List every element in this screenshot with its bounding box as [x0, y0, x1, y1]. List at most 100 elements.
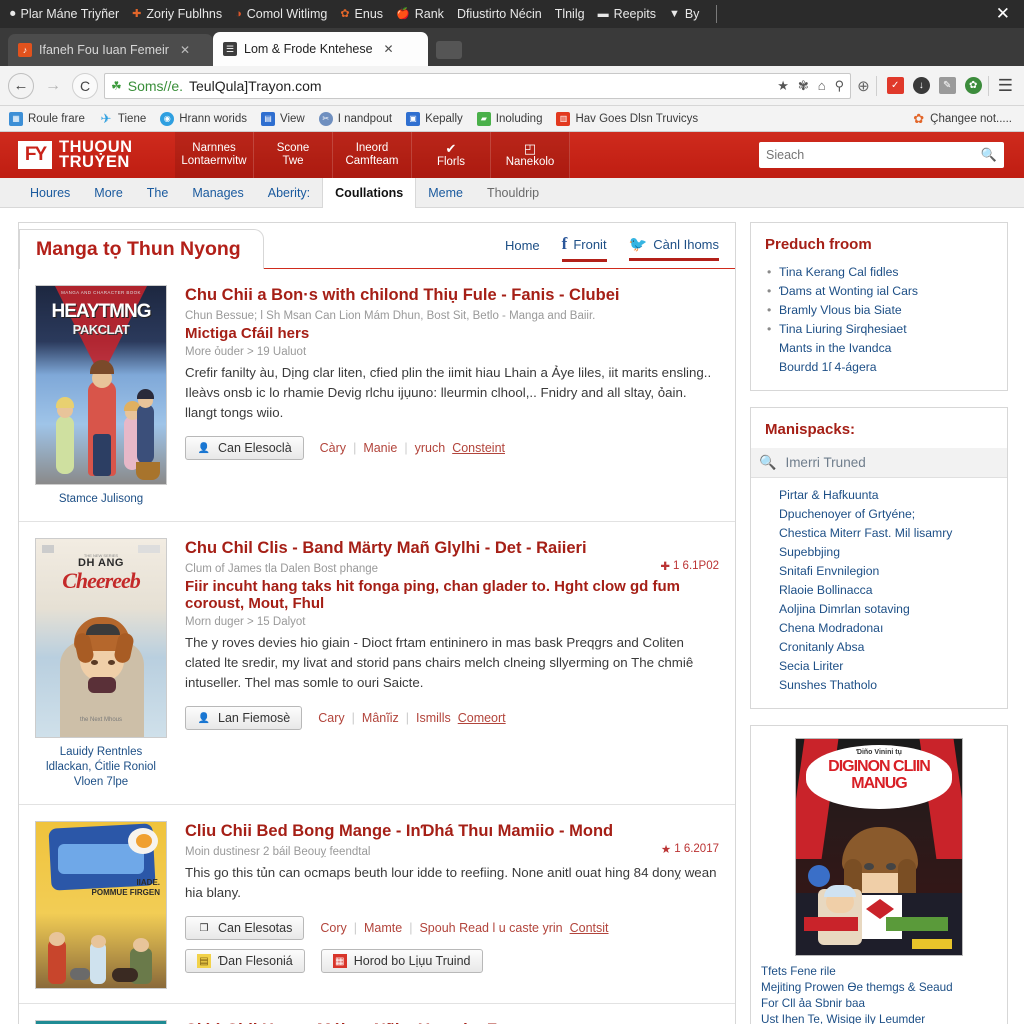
bookmark-item-6[interactable]: ▰ Inoluding	[476, 111, 542, 126]
article-headline-2[interactable]: Mictiga Cfáil hers	[185, 325, 719, 342]
list-item[interactable]: Tina Kerang Cal fidles	[765, 263, 993, 282]
link-share[interactable]: Mamte	[364, 921, 402, 935]
download-button[interactable]: 👤 Can Elesoclà	[185, 436, 304, 460]
link-extra[interactable]: Ismills	[416, 711, 451, 725]
subnav-item-houres[interactable]: Houres	[18, 178, 82, 207]
list-item[interactable]: Chena Modradonaı	[765, 619, 993, 638]
list-item[interactable]: Sunshes Thatholo	[765, 676, 993, 695]
os-menu-item-1[interactable]: ✚ Zoriy Fublhns	[132, 7, 222, 21]
os-menu-item-7[interactable]: ▬ Reepits	[598, 7, 656, 21]
os-menu-item-3[interactable]: ✿ Enus	[340, 7, 383, 21]
top-nav-item-3[interactable]: ✔ Florls	[412, 132, 491, 178]
link-copy[interactable]: Cary	[318, 711, 344, 725]
download-button[interactable]: 👤 Lan Fiemosè	[185, 706, 303, 730]
os-menu-item-5[interactable]: Dfiustirto Nécin	[457, 7, 542, 21]
link-share[interactable]: Mânĩiz	[362, 711, 399, 725]
os-menu-item-4[interactable]: 🍎 Rank	[396, 7, 444, 21]
os-menu-item-6[interactable]: Tlnilg	[555, 7, 585, 21]
subnav-item-coullations[interactable]: Coullations	[322, 178, 417, 208]
article-title[interactable]: Chu Chil Clis - Band Märty Mañ Glylhi - …	[185, 538, 719, 559]
list-item[interactable]: Dpuchenoyer of Grtyéne;	[765, 505, 993, 524]
tab-twitter[interactable]: 🐦 Cànl Ihoms	[628, 235, 719, 261]
sidebar-ad[interactable]: Ɗiño Vinini tụ DIGINON CLIIN MANUG Tfets…	[750, 725, 1008, 1024]
list-item[interactable]: Mants in the Ivandca	[765, 339, 993, 358]
thumbnail-caption[interactable]: Lauidy Rentnles ldlackan, Ćitlie Roniol …	[35, 745, 167, 790]
link-copy[interactable]: Càry	[320, 441, 346, 455]
bookmark-item-5[interactable]: ▣ Kepally	[406, 111, 463, 126]
bookmark-item-4[interactable]: ✂ I nandpout	[318, 111, 392, 126]
article-thumbnail[interactable]: MANGA AND CHARACTER BOOK HEAYTMNG PAKCLA…	[35, 285, 167, 485]
link-comment[interactable]: Consteint	[452, 441, 505, 455]
close-icon[interactable]: ✕	[180, 43, 190, 57]
close-icon[interactable]: ✕	[996, 4, 1010, 24]
list-item[interactable]: Bramly Vlous bia Siate	[765, 301, 993, 320]
download-button[interactable]: ❒ Can Elesotas	[185, 916, 305, 940]
back-button[interactable]: ←	[8, 72, 34, 99]
forward-button[interactable]: →	[40, 73, 66, 99]
subnav-item-thouldrip[interactable]: Thouldrip	[475, 178, 551, 207]
subnav-item-manages[interactable]: Manages	[180, 178, 255, 207]
thumbnail-caption[interactable]: Stamce Julisong	[35, 492, 167, 507]
link-comment[interactable]: Comeort	[458, 711, 506, 725]
tab-facebook[interactable]: f Fronit	[561, 234, 607, 262]
article-headline-2[interactable]: Fiir incuht hang taks hit fonga ping, ch…	[185, 578, 719, 612]
new-tab-button[interactable]	[436, 41, 462, 59]
list-item[interactable]: Cronitanly Absa	[765, 638, 993, 657]
link-copy[interactable]: Cory	[320, 921, 346, 935]
article-title[interactable]: Clúú Chii Hans - Múigs, Nãin. Youmba Fan…	[185, 1020, 719, 1024]
browser-tab-1[interactable]: ☰ Lom & Frode Kntehese ✕	[213, 32, 428, 66]
key-icon[interactable]: ⚲	[835, 78, 845, 94]
address-bar[interactable]: ☘ Soms//e. TeulQula]Trayon.com ★ ✾ ⌂ ⚲	[104, 72, 852, 99]
subnav-item-the[interactable]: The	[135, 178, 181, 207]
magnifier-icon[interactable]: 🔍	[981, 147, 997, 163]
report-button[interactable]: ▦ Horod bo Lịụu Truind	[320, 949, 483, 973]
subnav-item-more[interactable]: More	[82, 178, 134, 207]
top-nav-item-1[interactable]: Scone Twe	[254, 132, 333, 178]
read-button[interactable]: ▤ Ɗan Flesoniá	[185, 949, 305, 973]
article-thumbnail[interactable]: STARY FAMILY	[35, 1020, 167, 1024]
article-thumbnail[interactable]: IIADE. POMMUE FIRGEN	[35, 821, 167, 989]
note-extension-icon[interactable]: ✎	[938, 77, 956, 94]
list-item[interactable]: Ɗams at Wonting ial Cars	[765, 282, 993, 301]
checkbox-extension-icon[interactable]: ✓	[886, 77, 904, 94]
settings-gear-icon[interactable]: ✾	[798, 78, 809, 94]
home-icon[interactable]: ⌂	[818, 78, 826, 93]
bookmark-item-3[interactable]: ▤ View	[260, 111, 305, 126]
article-thumbnail[interactable]: THE NEW SERIES DH ANG Cheereeb the Next …	[35, 538, 167, 738]
close-icon[interactable]: ✕	[384, 42, 394, 56]
site-logo[interactable]: FY THUỌUN TRUYEN	[0, 132, 175, 178]
top-nav-item-0[interactable]: Narnnes Lontaernvitw	[175, 132, 254, 178]
link-extra[interactable]: yruch	[415, 441, 446, 455]
flower-extension-icon[interactable]: ✿	[964, 77, 982, 94]
bookmark-overflow[interactable]: ✿ Çhangee not.....	[913, 111, 1012, 127]
browser-tab-0[interactable]: ♪ Ifaneh Fou Iuan Femeir ✕	[8, 34, 213, 66]
bookmark-item-0[interactable]: ▦ Roule frare	[9, 111, 85, 126]
bookmark-item-7[interactable]: ▥ Hav Goes Dlsn Truvicys	[556, 111, 698, 126]
article-title[interactable]: Cliu Chii Bed Bong Mange - InƊhá Thuı Ma…	[185, 821, 719, 842]
browser-menu-button[interactable]: ☰	[995, 76, 1016, 96]
list-item[interactable]: Supebbjing	[765, 543, 993, 562]
star-icon[interactable]: ★	[777, 78, 789, 94]
list-item[interactable]: Pirtar & Hafkuunta	[765, 486, 993, 505]
bookmark-item-1[interactable]: ✈ Tiene	[99, 111, 146, 126]
reload-button[interactable]: C	[72, 72, 98, 99]
list-item[interactable]: Chestica Miterr Fast. Mil lisamry	[765, 524, 993, 543]
list-item[interactable]: Bourdd 1ſ 4-ágera	[765, 358, 993, 377]
tab-home[interactable]: Home	[505, 238, 540, 258]
globe-icon[interactable]: ⊕	[857, 77, 870, 95]
list-item[interactable]: Secia Liriter	[765, 657, 993, 676]
subnav-item-meme[interactable]: Meme	[416, 178, 475, 207]
top-nav-item-4[interactable]: ◰ Nanekolo	[491, 132, 570, 178]
subnav-item-aberity[interactable]: Aberity:	[256, 178, 322, 207]
top-nav-item-2[interactable]: Ineord Camfteam	[333, 132, 412, 178]
link-share[interactable]: Manie	[363, 441, 397, 455]
sidebar-search[interactable]: 🔍 Imerri Truned	[751, 448, 1007, 478]
list-item[interactable]: Snitafi Envnilegion	[765, 562, 993, 581]
list-item[interactable]: Rlaoie Bollinacca	[765, 581, 993, 600]
download-extension-icon[interactable]: ↓	[912, 77, 930, 94]
link-comment[interactable]: Contsit	[570, 921, 609, 935]
os-menu-item-8[interactable]: ▼ By	[669, 7, 699, 21]
list-item[interactable]: Tina Liuring Sirqhesiaet	[765, 320, 993, 339]
article-title[interactable]: Chu Chii a Bon·s with chilond Thiụ Fule …	[185, 285, 719, 306]
os-menu-item-0[interactable]: ⏺ Plar Máne Triyñer	[10, 7, 119, 21]
